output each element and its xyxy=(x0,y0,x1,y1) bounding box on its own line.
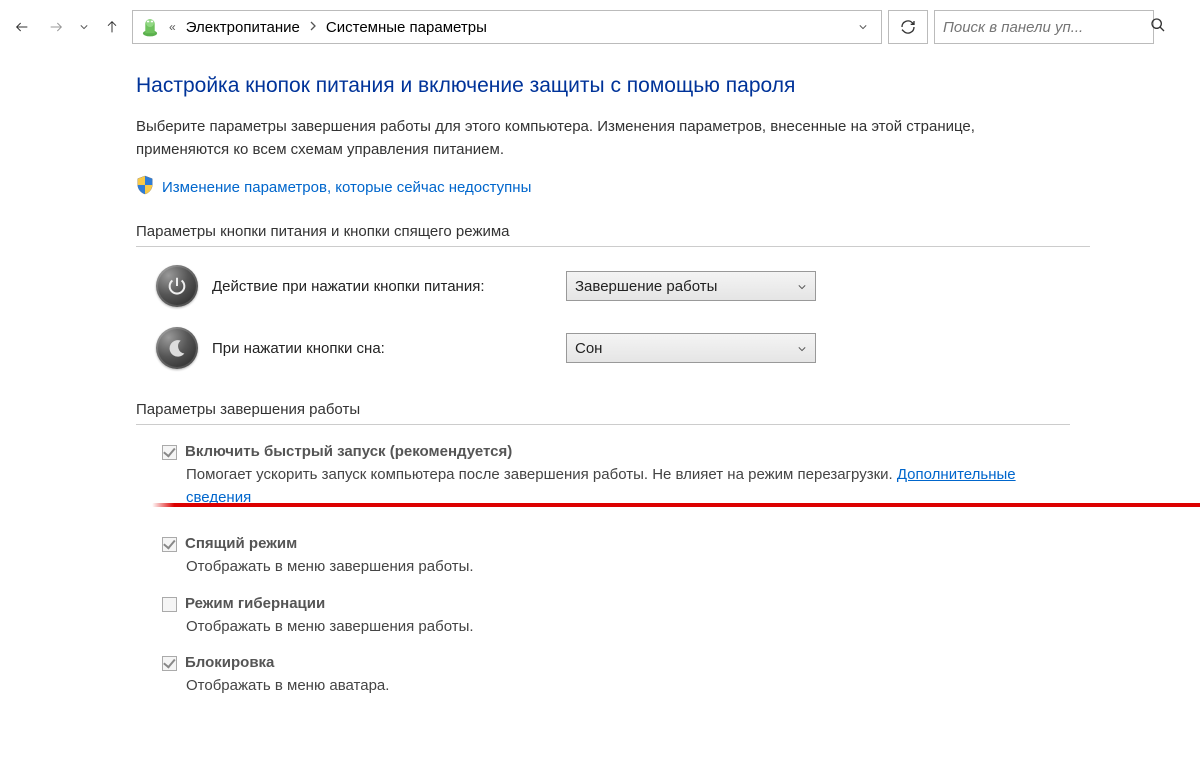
hibernate-checkbox xyxy=(162,597,177,612)
sleep-icon xyxy=(156,327,198,369)
address-dropdown[interactable] xyxy=(851,23,875,31)
power-button-action-combo[interactable]: Завершение работы xyxy=(566,271,816,301)
refresh-button[interactable] xyxy=(888,10,928,44)
lock-checkbox xyxy=(162,656,177,671)
intro-text: Выберите параметры завершения работы для… xyxy=(136,116,1070,161)
search-input[interactable] xyxy=(943,19,1144,36)
annotation-underline xyxy=(152,503,1200,507)
chevron-down-icon xyxy=(797,278,807,295)
sleep-button-action-combo[interactable]: Сон xyxy=(566,333,816,363)
recent-locations-dropdown[interactable] xyxy=(76,23,92,31)
lock-option-label: Блокировка xyxy=(185,654,274,671)
shutdown-option-sleep: Спящий режим Отображать в меню завершени… xyxy=(162,535,1070,579)
search-box[interactable] xyxy=(934,10,1154,44)
power-button-action-label: Действие при нажатии кнопки питания: xyxy=(212,278,552,295)
lock-option-desc: Отображать в меню аватара. xyxy=(186,675,1070,698)
sleep-checkbox xyxy=(162,537,177,552)
chevron-right-icon[interactable] xyxy=(306,20,320,34)
sleep-option-label: Спящий режим xyxy=(185,535,297,552)
address-bar[interactable]: « Электропитание Системные параметры xyxy=(132,10,882,44)
page-title: Настройка кнопок питания и включение защ… xyxy=(136,74,1070,98)
combo-value: Сон xyxy=(575,340,602,357)
forward-button[interactable] xyxy=(42,13,70,41)
change-unavailable-settings-link[interactable]: Изменение параметров, которые сейчас нед… xyxy=(162,179,531,196)
shutdown-option-hibernate: Режим гибернации Отображать в меню завер… xyxy=(162,595,1070,639)
section-heading-buttons: Параметры кнопки питания и кнопки спящег… xyxy=(136,219,1090,247)
section-heading-shutdown: Параметры завершения работы xyxy=(136,397,1070,425)
breadcrumb-item-power[interactable]: Электропитание xyxy=(184,19,302,36)
fast-startup-checkbox xyxy=(162,445,177,460)
combo-value: Завершение работы xyxy=(575,278,717,295)
sleep-option-desc: Отображать в меню завершения работы. xyxy=(186,556,1070,579)
control-panel-icon xyxy=(139,16,161,38)
shutdown-option-lock: Блокировка Отображать в меню аватара. xyxy=(162,654,1070,698)
chevron-down-icon xyxy=(797,340,807,357)
power-icon xyxy=(156,265,198,307)
search-icon[interactable] xyxy=(1150,17,1166,37)
breadcrumb-prefix: « xyxy=(165,20,180,34)
fast-startup-label: Включить быстрый запуск (рекомендуется) xyxy=(185,443,512,460)
hibernate-option-desc: Отображать в меню завершения работы. xyxy=(186,616,1070,639)
up-button[interactable] xyxy=(98,13,126,41)
sleep-button-action-label: При нажатии кнопки сна: xyxy=(212,340,552,357)
back-button[interactable] xyxy=(8,13,36,41)
breadcrumb-item-system[interactable]: Системные параметры xyxy=(324,19,489,36)
shutdown-option-fast-startup: Включить быстрый запуск (рекомендуется) … xyxy=(162,443,1070,513)
hibernate-option-label: Режим гибернации xyxy=(185,595,325,612)
shield-icon xyxy=(136,175,154,199)
